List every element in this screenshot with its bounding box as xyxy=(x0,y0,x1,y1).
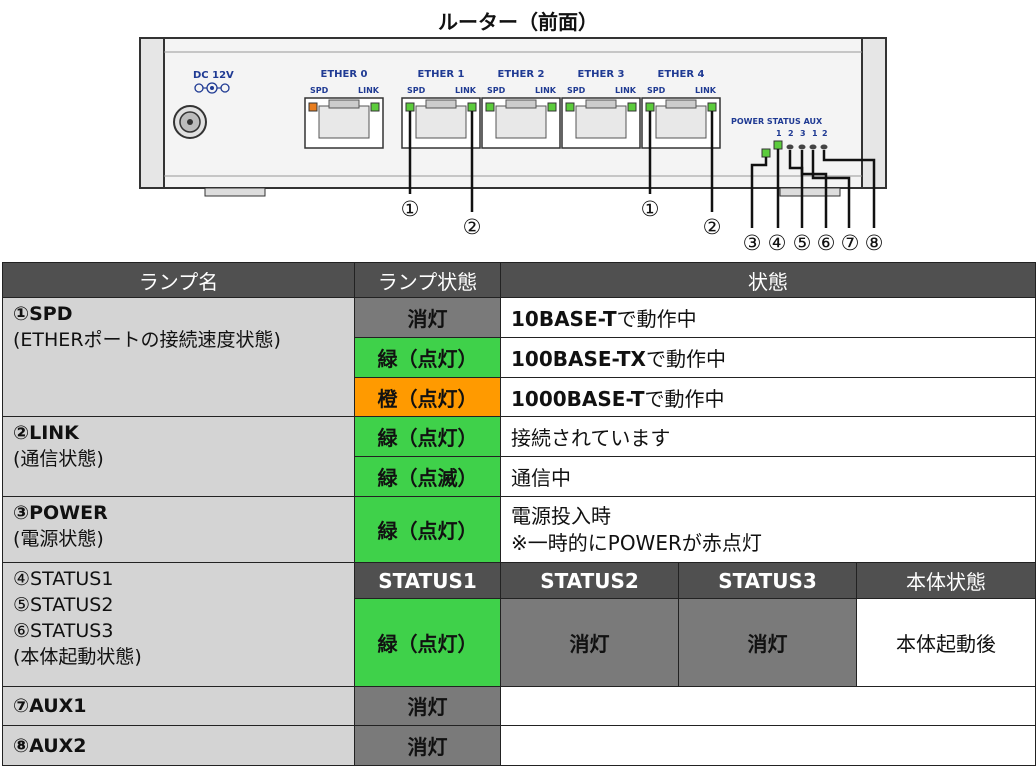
svg-text:①: ① xyxy=(401,197,420,221)
power-sub: (電源状態) xyxy=(13,527,104,550)
status1-led xyxy=(773,140,783,150)
status3-value: 消灯 xyxy=(678,597,857,687)
header-status: 状態 xyxy=(499,261,1036,299)
lamp-status-table: ランプ名 ランプ状態 状態 ①SPD (ETHERポートの接続速度状態) 消灯 … xyxy=(2,261,1036,766)
aux2-led xyxy=(820,144,828,150)
spd-sub: (ETHERポートの接続速度状態) xyxy=(13,329,281,352)
link-lamp-blink: 緑（点滅） xyxy=(354,456,501,497)
aux1-lamp: 消灯 xyxy=(354,685,501,727)
ether-port-0 xyxy=(304,97,384,149)
svg-text:1: 1 xyxy=(812,129,818,138)
router-front-illustration: DC 12V ETHER 0 ETHER 1 ETHER 2 ETHER 3 E… xyxy=(139,37,887,255)
status-name-cell: ④STATUS1 ⑤STATUS2 ⑥STATUS3 (本体起動状態) xyxy=(2,562,355,687)
header-lamp-name: ランプ名 xyxy=(2,261,355,299)
link-state-communicating: 通信中 xyxy=(499,456,1036,497)
svg-text:②: ② xyxy=(463,215,482,239)
svg-text:LINK: LINK xyxy=(358,86,380,95)
table-row: ②LINK (通信状態) 緑（点灯） 接続されています xyxy=(2,416,1036,497)
table-row: ⑦AUX1 消灯 xyxy=(2,685,1036,727)
svg-text:④: ④ xyxy=(768,231,787,255)
aux1-state xyxy=(499,685,1036,727)
power-name-cell: ③POWER (電源状態) xyxy=(2,495,355,564)
svg-text:LINK: LINK xyxy=(455,86,477,95)
router-diagram: ルーター（前面） DC 12V ETHER 0 ETHER 1 ETHER 2 … xyxy=(0,0,1036,260)
svg-text:1: 1 xyxy=(776,129,782,138)
svg-text:SPD: SPD xyxy=(487,86,506,95)
status1-header: STATUS1 xyxy=(354,562,501,599)
status2-header: STATUS2 xyxy=(500,562,679,599)
svg-text:POWER STATUS AUX: POWER STATUS AUX xyxy=(731,117,823,126)
status1-name: ④STATUS1 xyxy=(13,568,114,591)
body-state-value: 本体起動後 xyxy=(855,597,1036,687)
svg-text:③: ③ xyxy=(743,231,762,255)
svg-text:LINK: LINK xyxy=(695,86,717,95)
status2-value: 消灯 xyxy=(500,597,679,687)
ether-ports xyxy=(304,97,721,149)
aux2-lamp: 消灯 xyxy=(354,725,501,766)
status2-name: ⑤STATUS2 xyxy=(13,594,114,617)
table-row: ③POWER (電源状態) 緑（点灯） 電源投入時 ※一時的にPOWERが赤点灯 xyxy=(2,495,1036,564)
ether-port-4 xyxy=(641,97,721,149)
link-sub: (通信状態) xyxy=(13,448,104,471)
aux1-name-cell: ⑦AUX1 xyxy=(2,685,355,727)
status1-value: 緑（点灯） xyxy=(354,597,501,687)
spd-state-10: 10BASE-Tで動作中 xyxy=(499,297,1036,339)
table-header-row: ランプ名 ランプ状態 状態 xyxy=(2,261,1036,299)
dc-label: DC 12V xyxy=(193,70,234,81)
power-state: 電源投入時 ※一時的にPOWERが赤点灯 xyxy=(499,495,1036,564)
power-led xyxy=(761,148,771,158)
svg-text:SPD: SPD xyxy=(647,86,666,95)
spd-lamp-green: 緑（点灯） xyxy=(354,337,501,378)
svg-text:⑦: ⑦ xyxy=(841,231,860,255)
power-name: ③POWER xyxy=(13,501,108,524)
spd-name: ①SPD xyxy=(13,303,73,326)
spd-lamp-orange: 橙（点灯） xyxy=(354,376,501,418)
svg-text:⑥: ⑥ xyxy=(817,231,836,255)
spd-state-100: 100BASE-TXで動作中 xyxy=(499,337,1036,378)
status2-led xyxy=(786,144,794,150)
spd-state-1000: 1000BASE-Tで動作中 xyxy=(499,376,1036,418)
link-lamp-on: 緑（点灯） xyxy=(354,416,501,458)
table-row: ⑧AUX2 消灯 xyxy=(2,725,1036,766)
svg-text:SPD: SPD xyxy=(567,86,586,95)
svg-text:2: 2 xyxy=(822,129,828,138)
svg-text:⑧: ⑧ xyxy=(865,231,884,255)
ether-port-3 xyxy=(561,97,641,149)
svg-text:②: ② xyxy=(703,215,722,239)
svg-text:ETHER 2: ETHER 2 xyxy=(498,69,545,80)
status-sub: (本体起動状態) xyxy=(13,646,142,669)
ether-port-1 xyxy=(401,97,481,149)
svg-text:ETHER 3: ETHER 3 xyxy=(578,69,625,80)
svg-text:ETHER 1: ETHER 1 xyxy=(418,69,465,80)
svg-text:ETHER 4: ETHER 4 xyxy=(658,69,705,80)
svg-text:SPD: SPD xyxy=(407,86,426,95)
aux2-state xyxy=(499,725,1036,766)
svg-text:①: ① xyxy=(641,197,660,221)
table-row: ④STATUS1 ⑤STATUS2 ⑥STATUS3 (本体起動状態) STAT… xyxy=(2,562,1036,687)
status3-header: STATUS3 xyxy=(678,562,857,599)
body-state-header: 本体状態 xyxy=(855,562,1036,599)
svg-text:ETHER 0: ETHER 0 xyxy=(321,69,368,80)
svg-text:SPD: SPD xyxy=(310,86,329,95)
svg-text:3: 3 xyxy=(800,129,806,138)
table-row: ①SPD (ETHERポートの接続速度状態) 消灯 10BASE-Tで動作中 xyxy=(2,297,1036,418)
aux2-name-cell: ⑧AUX2 xyxy=(2,725,355,766)
svg-text:LINK: LINK xyxy=(535,86,557,95)
aux1-led xyxy=(809,144,817,150)
link-state-connected: 接続されています xyxy=(499,416,1036,458)
link-name: ②LINK xyxy=(13,422,79,445)
svg-text:⑤: ⑤ xyxy=(793,231,812,255)
power-lamp: 緑（点灯） xyxy=(354,495,501,564)
aux1-name: ⑦AUX1 xyxy=(13,694,87,717)
header-lamp-state: ランプ状態 xyxy=(354,261,501,299)
svg-text:2: 2 xyxy=(788,129,794,138)
aux2-name: ⑧AUX2 xyxy=(13,734,87,757)
spd-lamp-off: 消灯 xyxy=(354,297,501,339)
ether-port-2 xyxy=(481,97,561,149)
spd-name-cell: ①SPD (ETHERポートの接続速度状態) xyxy=(2,297,355,418)
link-name-cell: ②LINK (通信状態) xyxy=(2,416,355,497)
status3-name: ⑥STATUS3 xyxy=(13,620,114,643)
svg-text:LINK: LINK xyxy=(615,86,637,95)
status3-led xyxy=(798,144,806,150)
